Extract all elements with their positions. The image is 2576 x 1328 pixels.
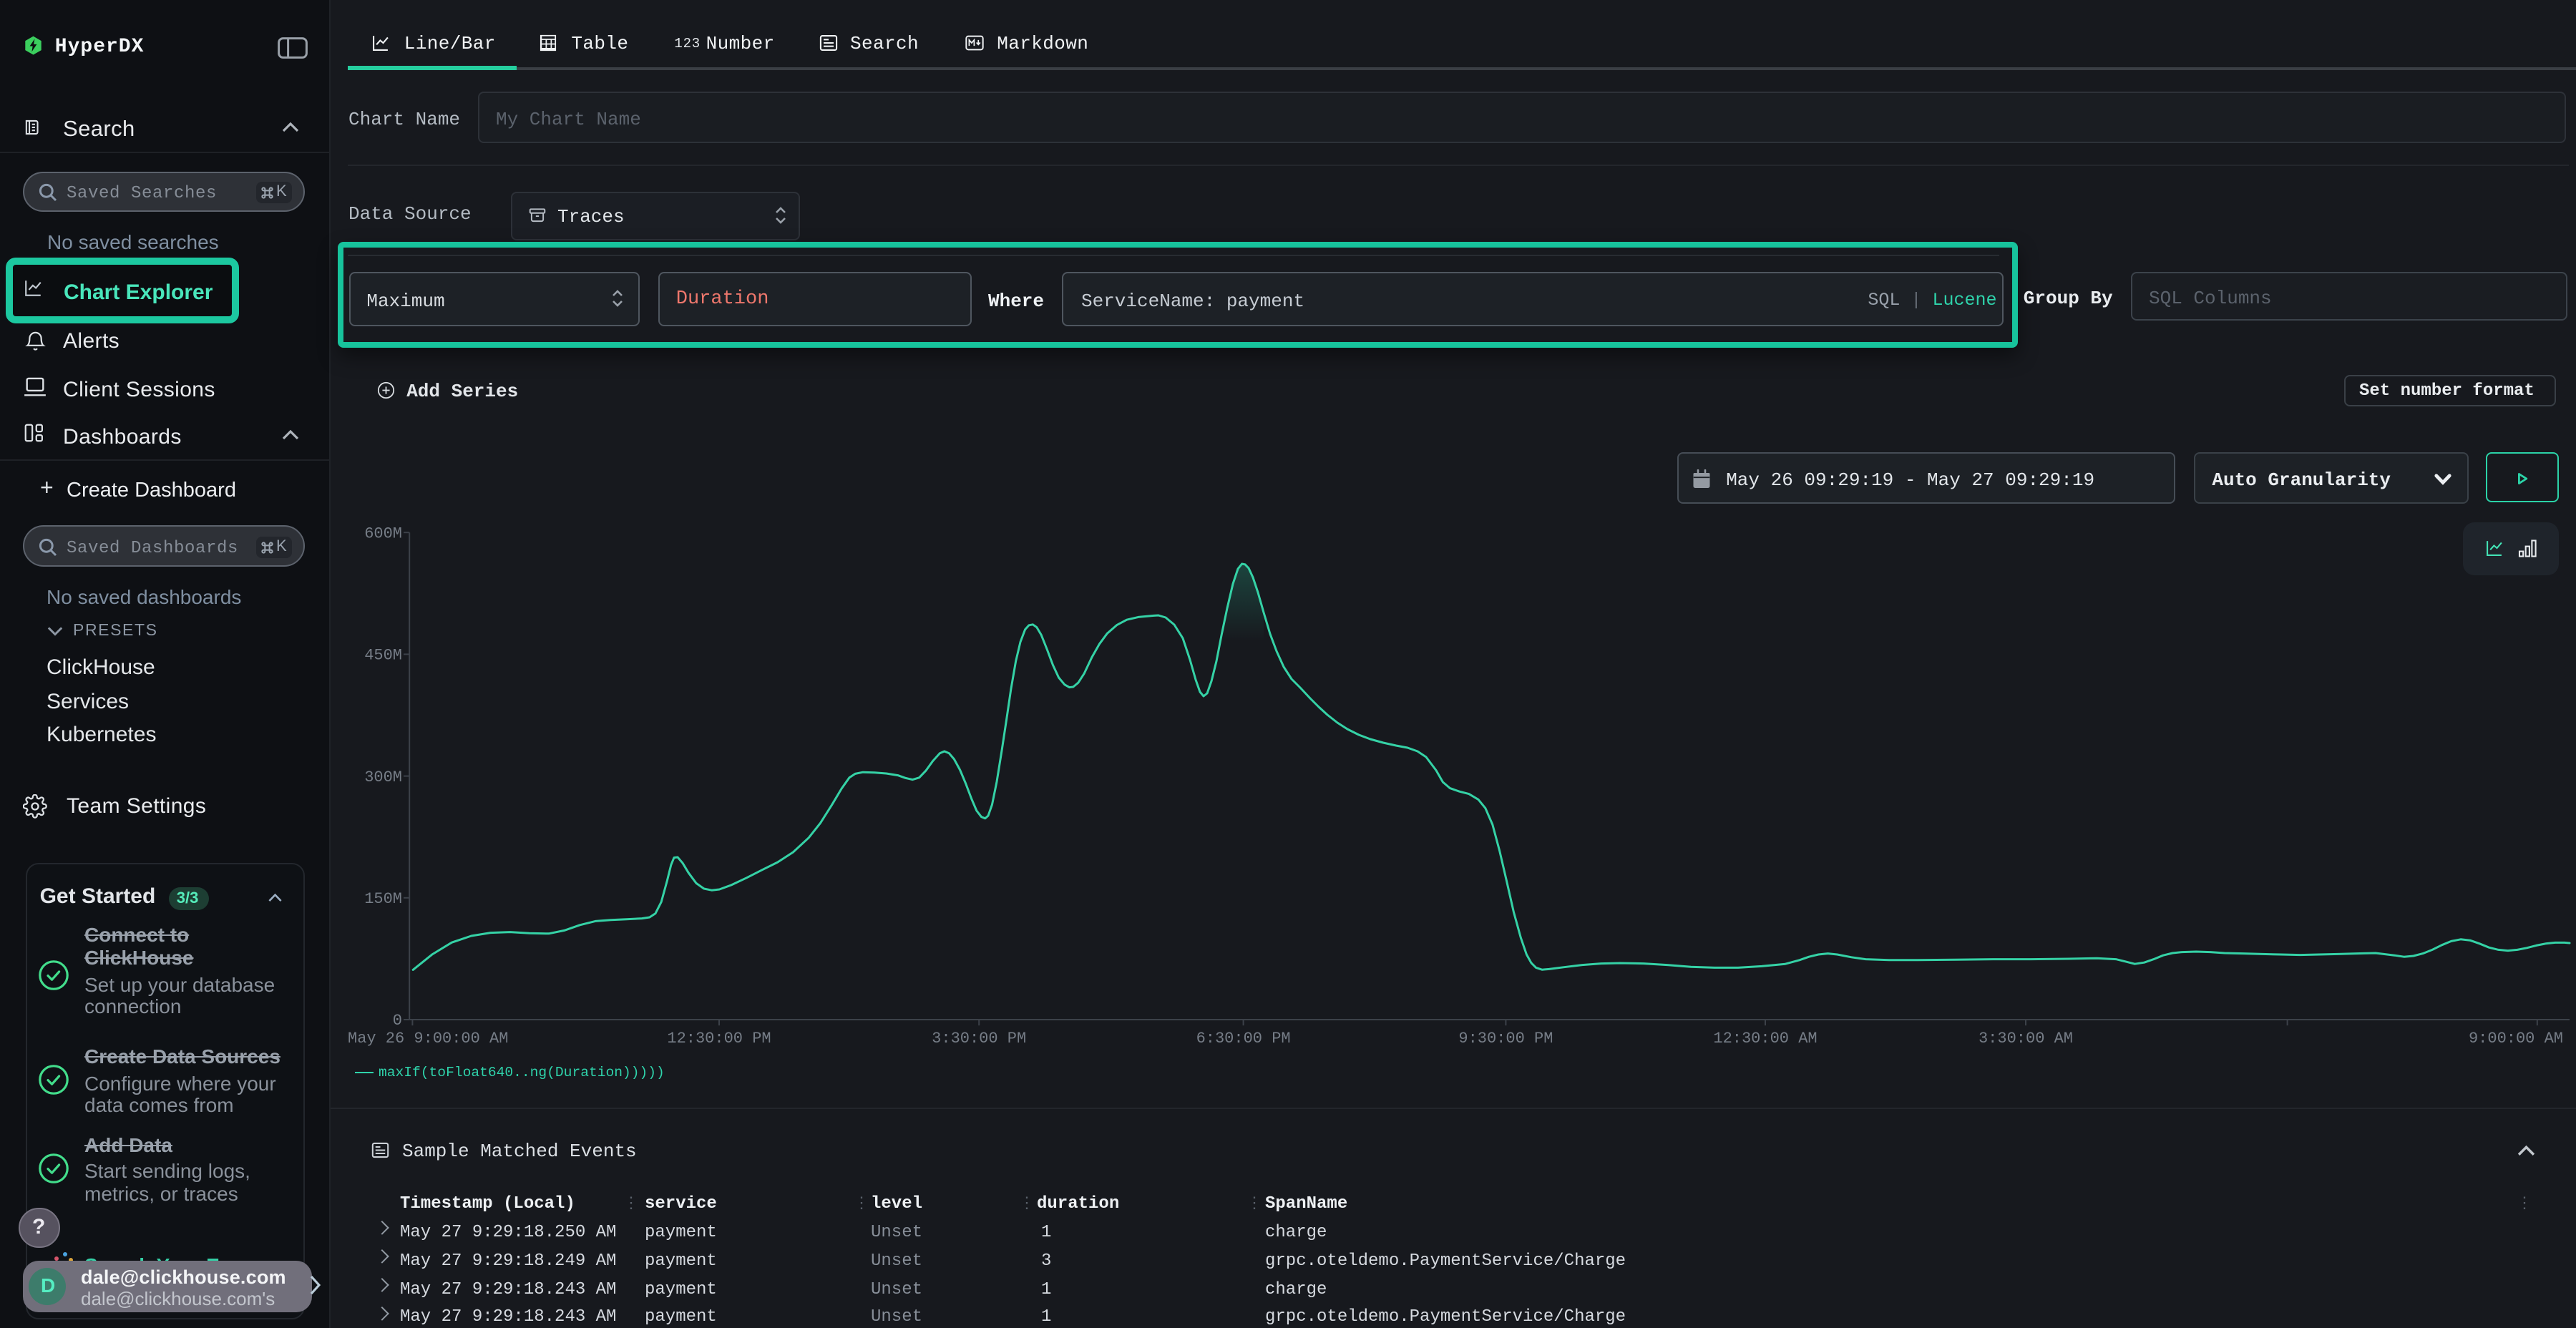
svg-text:600M: 600M (364, 524, 401, 542)
svg-text:May 26 9:00:00 AM: May 26 9:00:00 AM (347, 1030, 507, 1048)
svg-text:6:30:00 PM: 6:30:00 PM (1196, 1030, 1290, 1048)
svg-text:450M: 450M (364, 647, 401, 665)
svg-text:300M: 300M (364, 768, 401, 786)
svg-text:12:30:00 PM: 12:30:00 PM (666, 1030, 770, 1048)
svg-text:0: 0 (392, 1012, 401, 1030)
svg-text:9:00:00 AM: 9:00:00 AM (2468, 1030, 2562, 1048)
svg-text:3:30:00 PM: 3:30:00 PM (931, 1030, 1025, 1048)
svg-text:150M: 150M (364, 890, 401, 908)
svg-text:3:30:00 AM: 3:30:00 AM (1978, 1030, 2072, 1048)
svg-text:12:30:00 AM: 12:30:00 AM (1712, 1030, 1816, 1048)
svg-text:9:30:00 PM: 9:30:00 PM (1458, 1030, 1552, 1048)
